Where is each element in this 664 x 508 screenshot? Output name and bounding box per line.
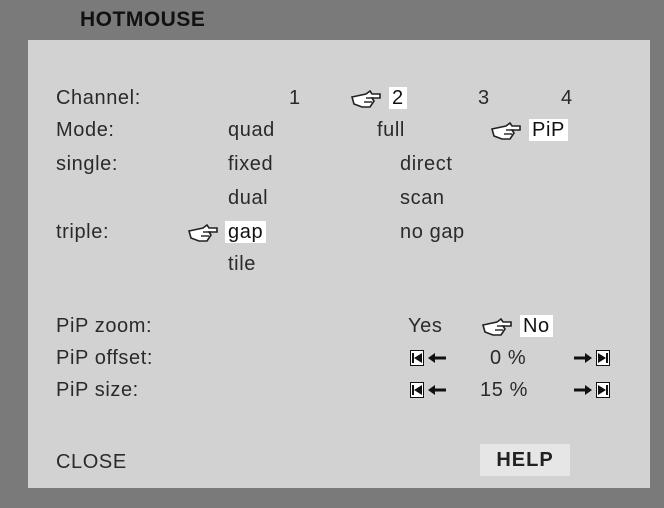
close-button[interactable]: CLOSE	[56, 450, 127, 474]
single-option-scan[interactable]: scan	[400, 186, 445, 210]
hand-pointer-icon	[187, 223, 218, 242]
single-option-dual[interactable]: dual	[228, 186, 268, 210]
window-title: HOTMOUSE	[80, 8, 206, 31]
triple-option-gap[interactable]: gap	[225, 220, 267, 244]
pip-offset-label: PiP offset:	[56, 347, 154, 369]
mode-label: Mode:	[56, 119, 115, 141]
skip-to-end-icon[interactable]	[596, 382, 610, 398]
pip-zoom-label: PiP zoom:	[56, 315, 153, 337]
single-label: single:	[56, 153, 119, 175]
hand-pointer-icon	[481, 317, 512, 336]
arrow-right-icon[interactable]	[574, 384, 592, 396]
mode-option-quad[interactable]: quad	[228, 118, 275, 142]
help-button[interactable]: HELP	[480, 444, 570, 476]
channel-option-3[interactable]: 3	[478, 86, 490, 110]
pip-zoom-yes[interactable]: Yes	[408, 314, 442, 338]
single-option-fixed[interactable]: fixed	[228, 152, 273, 176]
pip-size-label: PiP size:	[56, 379, 139, 401]
pip-offset-value: 0 %	[490, 347, 527, 369]
pip-size-value: 15 %	[480, 379, 528, 401]
channel-option-2[interactable]: 2	[389, 86, 407, 110]
triple-label: triple:	[56, 221, 110, 243]
arrow-left-icon[interactable]	[428, 352, 446, 364]
channel-option-4[interactable]: 4	[561, 86, 573, 110]
arrow-left-icon[interactable]	[428, 384, 446, 396]
hand-pointer-icon	[490, 121, 521, 140]
mode-option-full[interactable]: full	[377, 118, 405, 142]
channel-label: Channel:	[56, 87, 141, 109]
channel-option-1[interactable]: 1	[289, 86, 301, 110]
hand-pointer-icon	[350, 89, 381, 108]
skip-to-start-icon[interactable]	[410, 382, 424, 398]
skip-to-start-icon[interactable]	[410, 350, 424, 366]
skip-to-end-icon[interactable]	[596, 350, 610, 366]
triple-option-tile[interactable]: tile	[228, 252, 256, 276]
single-option-direct[interactable]: direct	[400, 152, 453, 176]
triple-option-no-gap[interactable]: no gap	[400, 220, 465, 244]
pip-zoom-no[interactable]: No	[520, 314, 553, 338]
osd-window: HOTMOUSE Channel: 1 2 3 4 Mode: quad ful…	[0, 0, 664, 508]
arrow-right-icon[interactable]	[574, 352, 592, 364]
mode-option-pip[interactable]: PiP	[529, 118, 568, 142]
